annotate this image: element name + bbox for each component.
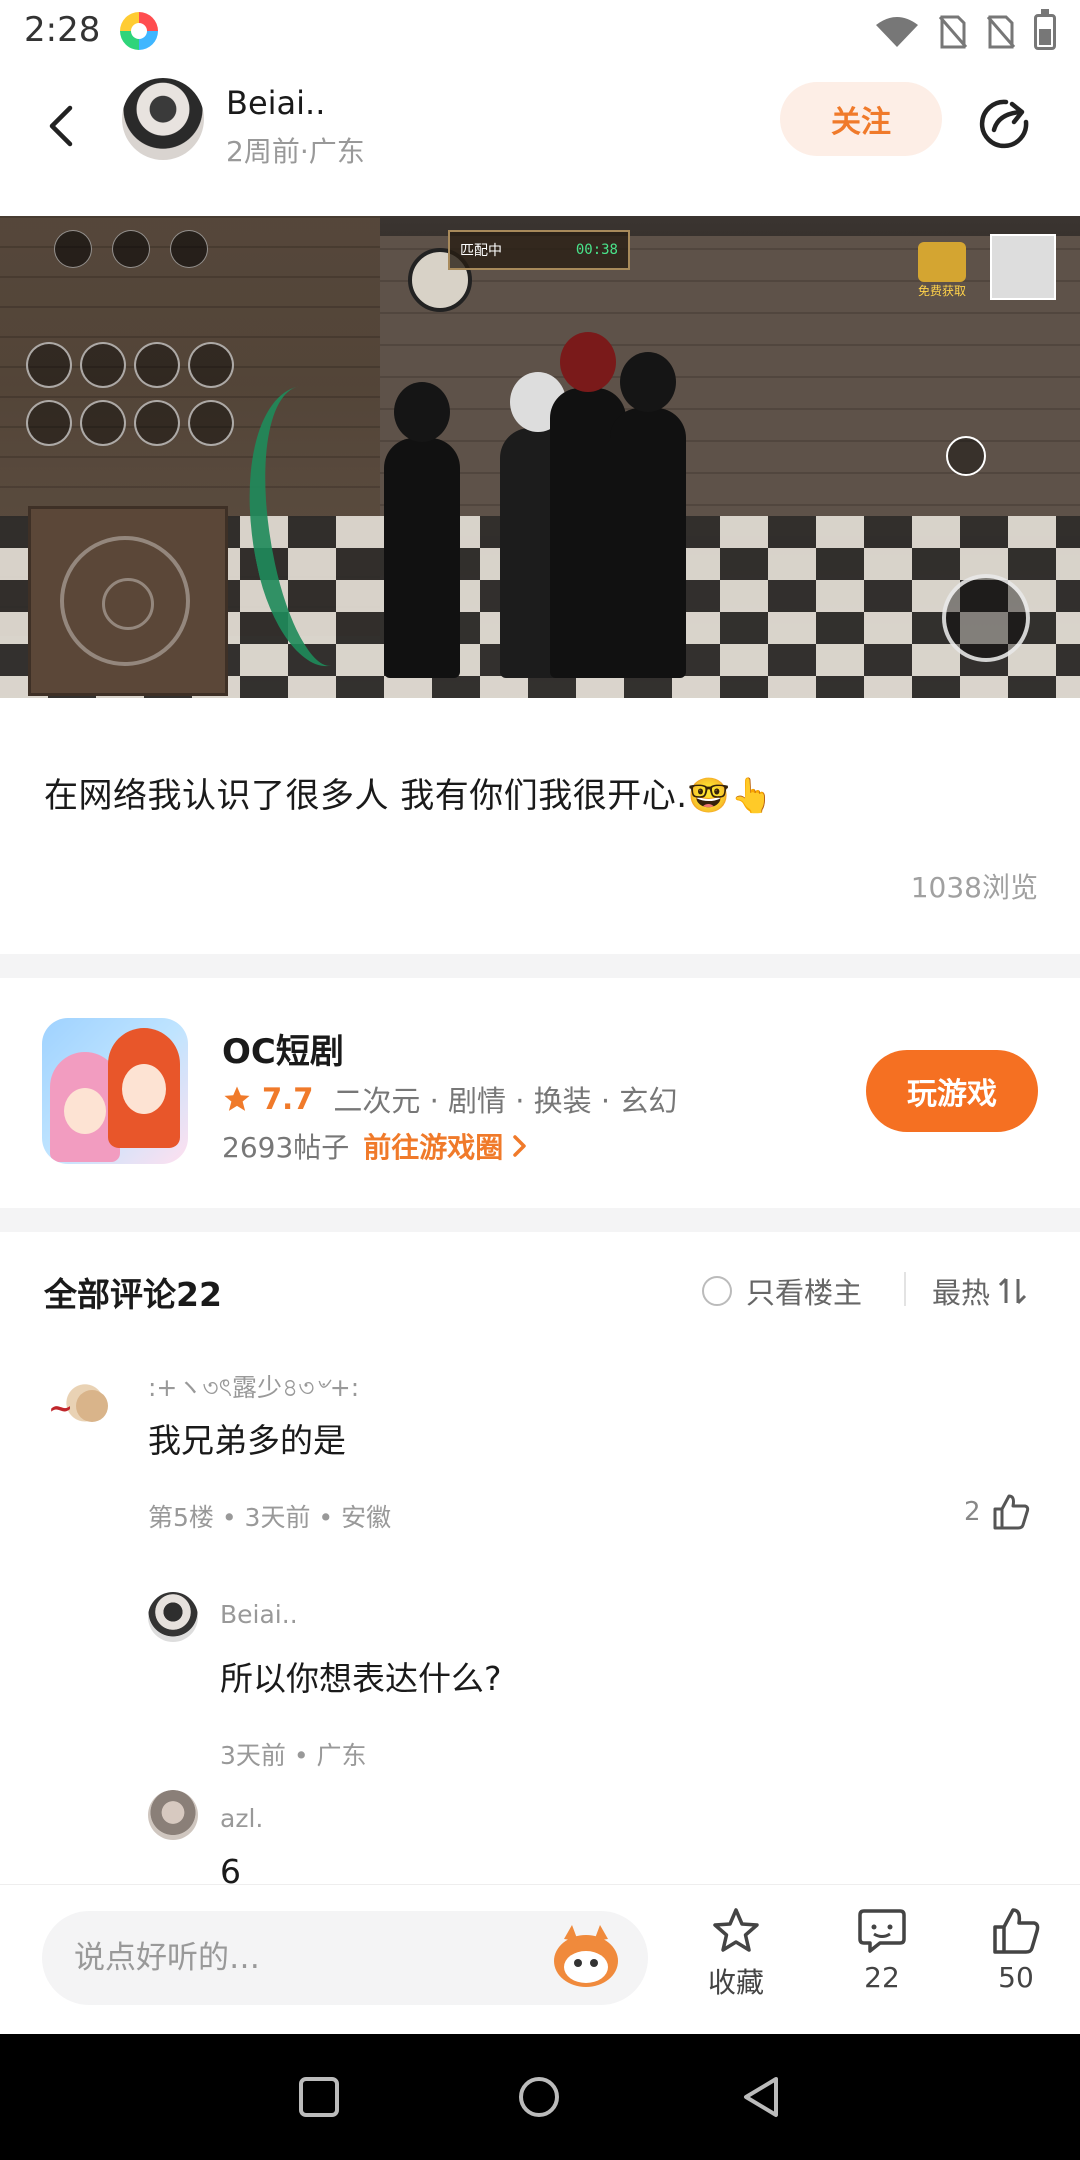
like-count: 50 — [998, 1961, 1034, 1994]
author-name[interactable]: Beiai.. — [226, 84, 325, 122]
post-header: Beiai.. 2周前·广东 关注 — [0, 64, 1080, 214]
author-avatar[interactable] — [122, 78, 204, 160]
status-icons — [874, 9, 1056, 50]
chevron-right-icon — [513, 1135, 527, 1157]
star-icon — [224, 1086, 250, 1111]
comment-like-button[interactable]: 2 — [964, 1492, 1031, 1532]
reply-text: 6 — [220, 1852, 241, 1884]
match-timer: 匹配中 00:38 — [448, 230, 630, 270]
goto-game-circle-label: 前往游戏圈 — [363, 1131, 504, 1164]
screen: 2:28 Beiai.. 2周前·广东 关注 匹配中 00:38 免费获取 在网… — [0, 0, 1080, 2160]
star-outline-icon — [713, 1908, 759, 1952]
commenter-name[interactable]: :+ヽ৩ৎ露少৪৩৺+: — [148, 1368, 359, 1411]
replier-avatar[interactable] — [148, 1790, 198, 1840]
play-game-button[interactable]: 玩游戏 — [866, 1050, 1038, 1132]
only-op-label: 只看楼主 — [746, 1276, 863, 1310]
status-time: 2:28 — [24, 10, 101, 50]
joystick-icon — [60, 536, 190, 666]
reply-item[interactable]: azl. 6 — [0, 1788, 1080, 1884]
comment-like-count: 2 — [964, 1497, 981, 1527]
game-rating: 7.7 — [262, 1082, 314, 1116]
post-image[interactable]: 匹配中 00:38 免费获取 — [0, 216, 1080, 698]
section-divider — [0, 954, 1080, 978]
goto-game-circle-link[interactable]: 前往游戏圈 — [363, 1126, 529, 1166]
match-label: 匹配中 — [460, 243, 502, 259]
player-portrait — [990, 234, 1056, 300]
post-meta: 2周前·广东 — [226, 135, 365, 168]
system-nav-bar — [0, 2034, 1080, 2160]
game-rating-row: 7.7 二次元 · 剧情 · 换装 · 玄幻 — [222, 1078, 677, 1120]
sort-icon — [998, 1277, 1027, 1305]
comment-count: 22 — [864, 1961, 900, 1994]
wifi-icon — [876, 17, 918, 47]
commenter-avatar[interactable]: ~ — [44, 1366, 126, 1448]
hud-top-icons — [54, 230, 208, 268]
replier-name[interactable]: Beiai.. — [220, 1600, 298, 1629]
view-count: 1038浏览 — [910, 871, 1038, 904]
svg-text:~: ~ — [48, 1391, 73, 1426]
battery-icon — [1034, 9, 1056, 50]
image-background — [380, 236, 1080, 536]
match-time: 00:38 — [575, 242, 618, 258]
sort-toggle[interactable]: 最热 — [932, 1270, 1028, 1312]
game-icon[interactable] — [42, 1018, 188, 1164]
outfit-icon — [946, 436, 986, 476]
follow-button[interactable]: 关注 — [780, 82, 942, 156]
thumb-up-icon — [993, 1494, 1029, 1530]
back-icon[interactable] — [38, 102, 86, 150]
game-card[interactable]: OC短剧 7.7 二次元 · 剧情 · 换装 · 玄幻 2693帖子 前往游戏圈… — [0, 978, 1080, 1208]
character — [610, 352, 686, 678]
post-text: 在网络我认识了很多人 我有你们我很开心.🤓👆 — [44, 776, 774, 816]
like-button[interactable]: 50 — [990, 1905, 1042, 1994]
comment-meta: 第5楼 • 3天前 • 安徽 — [148, 1503, 392, 1532]
recents-icon[interactable] — [296, 2074, 342, 2120]
only-op-toggle[interactable]: 只看楼主 — [702, 1270, 862, 1312]
game-meta-row: 2693帖子 前往游戏圈 — [222, 1126, 529, 1166]
sort-label: 最热 — [932, 1276, 991, 1310]
action-icon — [942, 574, 1030, 662]
comment-count-button[interactable]: 22 — [856, 1905, 908, 1994]
comments-title: 全部评论22 — [44, 1275, 222, 1314]
share-icon[interactable] — [976, 96, 1032, 152]
bottom-action-bar: 收藏 22 50 — [0, 1884, 1080, 2034]
reply-meta: 3天前 • 广东 — [220, 1741, 367, 1770]
game-title[interactable]: OC短剧 — [222, 1024, 344, 1073]
section-divider — [0, 1208, 1080, 1232]
comment-bubble-icon — [858, 1909, 906, 1953]
comment-item[interactable]: ~ :+ヽ৩ৎ露少৪৩৺+: 我兄弟多的是 第5楼 • 3天前 • 安徽 2 — [0, 1358, 1080, 1538]
replier-name[interactable]: azl. — [220, 1804, 263, 1833]
avatar-art: ~ — [48, 1390, 108, 1426]
reward-icon — [918, 242, 966, 282]
favorite-label: 收藏 — [708, 1966, 765, 1999]
reply-text: 所以你想表达什么? — [220, 1659, 502, 1698]
hud-menu-icons — [26, 342, 234, 446]
no-sim-icon — [938, 15, 968, 49]
no-sim-icon — [986, 15, 1016, 49]
reward-label: 免费获取 — [918, 284, 967, 298]
comments-header: 全部评论22 只看楼主 最热 — [0, 1234, 1080, 1344]
replier-avatar[interactable] — [148, 1592, 198, 1642]
back-nav-icon[interactable] — [738, 2074, 784, 2120]
reply-item[interactable]: Beiai.. 所以你想表达什么? 3天前 • 广东 — [0, 1590, 1080, 1770]
status-bar: 2:28 — [0, 0, 1080, 64]
app-notification-icon — [120, 12, 158, 50]
character — [384, 382, 460, 678]
comment-text: 我兄弟多的是 — [148, 1421, 346, 1460]
thumb-up-icon — [993, 1908, 1040, 1954]
home-icon[interactable] — [516, 2074, 562, 2120]
emoji-mascot-icon[interactable] — [548, 1921, 624, 1991]
game-tags: 二次元 · 剧情 · 换装 · 玄幻 — [333, 1084, 678, 1118]
radio-icon[interactable] — [702, 1276, 732, 1306]
divider — [904, 1272, 906, 1306]
game-posts-count: 2693帖子 — [222, 1131, 350, 1164]
favorite-button[interactable]: 收藏 — [708, 1905, 764, 2001]
